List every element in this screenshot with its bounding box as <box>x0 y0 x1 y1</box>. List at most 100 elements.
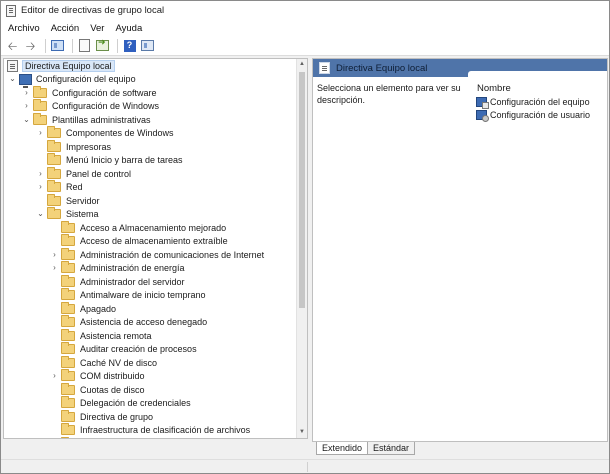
collapsed-chevron-icon[interactable]: › <box>36 169 45 178</box>
tree-item[interactable]: Delegación de credenciales <box>4 396 297 411</box>
tree-item[interactable]: Asistencia de acceso denegado <box>4 315 297 330</box>
menu-archivo[interactable]: Archivo <box>8 23 40 34</box>
folder-icon <box>61 396 75 409</box>
collapsed-chevron-icon[interactable]: › <box>22 88 31 97</box>
tree-item[interactable]: Impresoras <box>4 139 297 154</box>
tree-item-label: Menú Inicio y barra de tareas <box>66 155 183 166</box>
tree-item[interactable]: Auditar creación de procesos <box>4 342 297 357</box>
folder-icon <box>61 261 75 274</box>
tree-root-label: Directiva Equipo local <box>22 59 115 72</box>
list-item-computer-config[interactable]: Configuración del equipo <box>474 95 607 109</box>
list-item-label: Configuración del equipo <box>490 96 590 107</box>
back-arrow-icon[interactable]: 🡠 <box>5 38 20 53</box>
folder-icon <box>47 193 61 206</box>
menu-bar: Archivo Acción Ver Ayuda <box>1 20 609 36</box>
tree-item[interactable]: Directiva de grupo <box>4 409 297 424</box>
collapsed-chevron-icon[interactable]: › <box>36 183 45 191</box>
tree-item-label: Servidor <box>66 195 100 206</box>
folder-icon <box>47 126 61 139</box>
collapsed-chevron-icon[interactable]: › <box>36 129 45 137</box>
collapsed-chevron-icon[interactable]: › <box>50 250 59 259</box>
tree-item[interactable]: › Administración de energía <box>4 261 297 276</box>
details-pane: Directiva Equipo local Selecciona un ele… <box>312 58 608 442</box>
collapsed-chevron-icon[interactable]: › <box>50 264 59 272</box>
tree-item[interactable]: Inicio de sesión <box>4 436 297 438</box>
toolbar: 🡠 🡢 ? <box>1 36 609 56</box>
toolbar-separator <box>45 38 46 53</box>
tree-item-label: Panel de control <box>66 168 132 179</box>
tree-item-label: Apagado <box>80 303 117 314</box>
scroll-up-icon[interactable]: ▲ <box>297 59 307 70</box>
folder-icon <box>61 288 75 301</box>
tree-item[interactable]: › Red <box>4 180 297 195</box>
tree-item[interactable]: Cuotas de disco <box>4 382 297 397</box>
tab-extendido[interactable]: Extendido <box>316 442 369 455</box>
export-list-button[interactable] <box>95 38 110 53</box>
tree-item[interactable]: › Panel de control <box>4 166 297 181</box>
collapsed-chevron-icon[interactable]: › <box>50 372 59 380</box>
tree-item-label: Configuración del equipo <box>36 74 136 85</box>
tree-item[interactable]: Apagado <box>4 301 297 316</box>
show-hide-tree-button[interactable] <box>50 38 65 53</box>
show-description-button[interactable] <box>140 38 155 53</box>
menu-ver[interactable]: Ver <box>90 23 104 34</box>
tree-item-label: Red <box>66 182 83 193</box>
tree-item[interactable]: Acceso a Almacenamiento mejorado <box>4 220 297 235</box>
tree-item-label: Sistema <box>66 209 99 220</box>
column-header-nombre[interactable]: Nombre <box>474 81 607 95</box>
tree-item[interactable]: › Configuración de Windows <box>4 99 297 114</box>
tree-item[interactable]: Infraestructura de clasificación de arch… <box>4 423 297 438</box>
tree-item[interactable]: Caché NV de disco <box>4 355 297 370</box>
menu-ayuda[interactable]: Ayuda <box>115 23 142 34</box>
tree-item[interactable]: Menú Inicio y barra de tareas <box>4 153 297 168</box>
collapsed-chevron-icon[interactable]: › <box>22 102 31 110</box>
tree-item-label: Impresoras <box>66 141 112 152</box>
tree-item-label: Administrador del servidor <box>80 276 185 287</box>
tree-item[interactable]: Antimalware de inicio temprano <box>4 288 297 303</box>
tree-item[interactable]: Asistencia remota <box>4 328 297 343</box>
console-tree-icon <box>51 40 64 51</box>
description-pane-icon <box>141 40 154 51</box>
tree-item[interactable]: Administrador del servidor <box>4 274 297 289</box>
export-list-icon <box>96 38 109 51</box>
details-list: Nombre Configuración del equipo Configur… <box>474 81 607 123</box>
description-text: Selecciona un elemento para ver su descr… <box>317 83 461 105</box>
tree-item[interactable]: ⌄ Sistema <box>4 207 297 222</box>
folder-icon <box>33 85 47 98</box>
tree-item[interactable]: Servidor <box>4 193 297 208</box>
tree-item-label: COM distribuido <box>80 371 145 382</box>
tree-item[interactable]: › Componentes de Windows <box>4 126 297 141</box>
tree-item[interactable]: › Administración de comunicaciones de Int… <box>4 247 297 262</box>
tree-item[interactable]: Acceso de almacenamiento extraíble <box>4 234 297 249</box>
expanded-chevron-icon[interactable]: ⌄ <box>8 75 17 83</box>
tree-item-label: Auditar creación de procesos <box>80 344 197 355</box>
tree-item-label: Acceso de almacenamiento extraíble <box>80 236 228 247</box>
console-tree-pane[interactable]: Directiva Equipo local ⌄ Configuración de… <box>3 58 308 439</box>
list-item-user-config[interactable]: Configuración de usuario <box>474 109 607 123</box>
folder-icon <box>61 315 75 328</box>
folder-icon <box>61 382 75 395</box>
tree-vertical-scrollbar[interactable]: ▲ ▼ <box>296 59 307 438</box>
tab-estandar[interactable]: Estándar <box>367 442 416 455</box>
tree-item[interactable]: ⌄ Configuración del equipo <box>4 73 297 88</box>
expanded-chevron-icon[interactable]: ⌄ <box>22 115 31 124</box>
menu-accion[interactable]: Acción <box>51 23 80 34</box>
tree-item-label: Asistencia de acceso denegado <box>80 317 208 328</box>
folder-icon <box>33 112 47 125</box>
forward-arrow-icon[interactable]: 🡢 <box>23 38 38 53</box>
tree-item[interactable]: › Configuración de software <box>4 85 297 100</box>
expanded-chevron-icon[interactable]: ⌄ <box>36 210 45 218</box>
toolbar-separator <box>72 38 73 53</box>
tree-item[interactable]: ⌄ Plantillas administrativas <box>4 112 297 127</box>
computer-config-icon <box>476 96 489 109</box>
help-button[interactable]: ? <box>122 38 137 53</box>
scrollbar-thumb[interactable] <box>299 72 305 308</box>
tree-item-label: Infraestructura de clasificación de arch… <box>80 425 251 436</box>
tree-item[interactable]: › COM distribuido <box>4 369 297 384</box>
scroll-down-icon[interactable]: ▼ <box>297 427 307 438</box>
folder-icon <box>61 423 75 436</box>
tree-root-item[interactable]: Directiva Equipo local <box>4 59 297 73</box>
folder-icon <box>61 247 75 260</box>
tree-item-label: Cuotas de disco <box>80 384 145 395</box>
properties-button[interactable] <box>77 38 92 53</box>
